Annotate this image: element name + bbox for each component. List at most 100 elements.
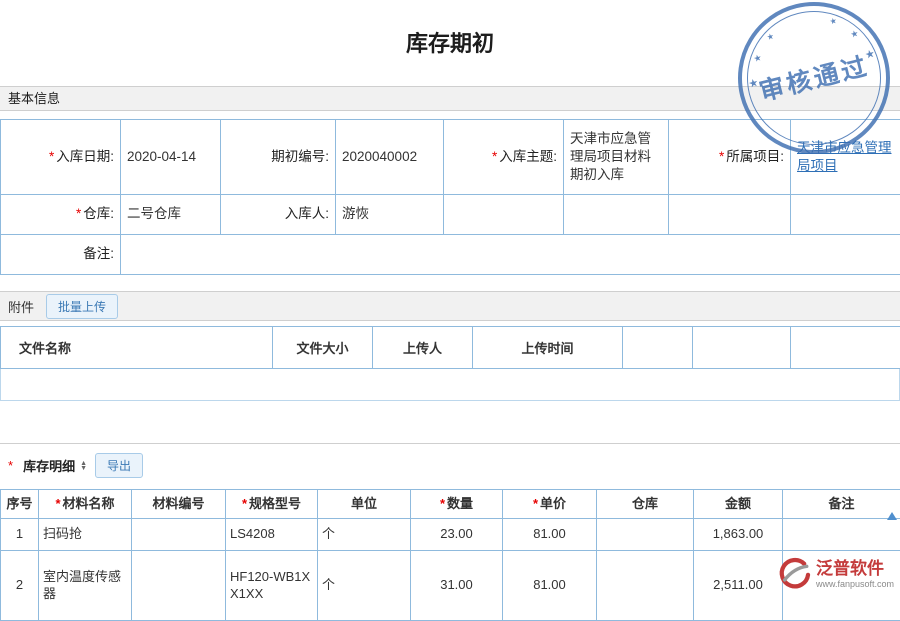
- cell-amount: 2,511.00: [694, 551, 783, 621]
- attachments-title: 附件: [8, 297, 34, 316]
- attachments-section-header: 附件 批量上传: [0, 291, 900, 321]
- remark-value: [121, 235, 900, 275]
- cell-quantity: 31.00: [411, 551, 503, 621]
- col-upload-time: 上传时间: [473, 327, 623, 369]
- col-material-code: 材料编号: [132, 490, 226, 519]
- basic-info-section-header: 基本信息: [0, 86, 900, 111]
- warehouse-label: *仓库:: [1, 195, 121, 235]
- required-marker: *: [492, 149, 497, 164]
- project-link[interactable]: 天津市应急管理局项目: [797, 140, 892, 173]
- sort-icon[interactable]: ▲ ▼: [80, 461, 87, 471]
- initial-no-label: 期初编号:: [221, 120, 336, 195]
- project-label: *所属项目:: [669, 120, 791, 195]
- detail-section-header: * 库存明细 ▲ ▼ 导出: [0, 444, 900, 487]
- empty-column: [693, 327, 791, 369]
- cell-quantity: 23.00: [411, 519, 503, 551]
- cell-warehouse: [597, 519, 694, 551]
- basic-info-title: 基本信息: [8, 91, 60, 106]
- basic-info-form: *入库日期: 2020-04-14 期初编号: 2020040002 *入库主题…: [0, 119, 900, 275]
- sort-desc-icon: ▼: [80, 466, 87, 471]
- col-amount: 金额: [694, 490, 783, 519]
- in-subject-value: 天津市应急管理局项目材料期初入库: [564, 120, 669, 195]
- column-label: 材料名称: [63, 496, 115, 511]
- cell-unit: 个: [318, 551, 411, 621]
- col-uploader: 上传人: [373, 327, 473, 369]
- empty-cell: [791, 195, 900, 235]
- cell-material-code: [132, 551, 226, 621]
- field-label: 入库日期:: [56, 149, 114, 164]
- fanpu-watermark: 泛普软件 www.fanpusoft.com: [777, 557, 894, 591]
- cell-material-name: 室内温度传感器: [39, 551, 132, 621]
- col-unit-price: *单价: [503, 490, 597, 519]
- column-label: 数量: [447, 496, 473, 511]
- cell-material-code: [132, 519, 226, 551]
- initial-no-value: 2020040002: [336, 120, 444, 195]
- col-remark: 备注: [783, 490, 900, 519]
- brand-url: www.fanpusoft.com: [816, 579, 894, 589]
- cell-material-name: 扫码抢: [39, 519, 132, 551]
- required-marker: *: [440, 496, 445, 511]
- required-marker: *: [719, 149, 724, 164]
- inventory-initial-page: 库存期初 审核通过 ★ ★ ★ ★ ★ ★ 基本信息 *入库日期: 2020-0…: [0, 0, 900, 621]
- required-marker: *: [76, 206, 81, 221]
- empty-column: [623, 327, 693, 369]
- col-unit: 单位: [318, 490, 411, 519]
- required-marker: *: [242, 496, 247, 511]
- col-spec-model: *规格型号: [226, 490, 318, 519]
- cell-warehouse: [597, 551, 694, 621]
- col-file-name: 文件名称: [1, 327, 273, 369]
- field-label: 入库主题:: [499, 149, 557, 164]
- table-row: 1 扫码抢 LS4208 个 23.00 81.00 1,863.00: [1, 519, 900, 551]
- in-subject-label: *入库主题:: [444, 120, 564, 195]
- detail-section-title: 库存明细: [23, 456, 75, 475]
- cell-unit: 个: [318, 519, 411, 551]
- col-file-size: 文件大小: [273, 327, 373, 369]
- required-marker: *: [55, 496, 60, 511]
- field-label: 所属项目:: [726, 149, 784, 164]
- cell-remark: [783, 519, 900, 551]
- field-label: 备注:: [83, 246, 114, 261]
- attachments-table: 文件名称 文件大小 上传人 上传时间: [0, 326, 900, 369]
- in-person-value: 游恢: [336, 195, 444, 235]
- required-marker: *: [533, 496, 538, 511]
- cell-seq: 2: [1, 551, 39, 621]
- field-label: 仓库:: [83, 206, 114, 221]
- watermark-text: 泛普软件 www.fanpusoft.com: [816, 559, 894, 589]
- page-title: 库存期初: [0, 0, 900, 86]
- empty-cell: [444, 195, 564, 235]
- cell-seq: 1: [1, 519, 39, 551]
- empty-column: [791, 327, 900, 369]
- remark-label: 备注:: [1, 235, 121, 275]
- column-label: 单价: [540, 496, 566, 511]
- cell-unit-price: 81.00: [503, 519, 597, 551]
- project-value: 天津市应急管理局项目: [791, 120, 900, 195]
- column-label: 规格型号: [249, 496, 301, 511]
- empty-cell: [564, 195, 669, 235]
- in-date-label: *入库日期:: [1, 120, 121, 195]
- required-marker: *: [49, 149, 54, 164]
- col-quantity: *数量: [411, 490, 503, 519]
- col-seq: 序号: [1, 490, 39, 519]
- attachments-header-row: 文件名称 文件大小 上传人 上传时间: [1, 327, 900, 369]
- detail-section: * 库存明细 ▲ ▼ 导出 序号 *材料名称 材料编号 *规格型号 单位 *数量…: [0, 443, 900, 621]
- in-date-value: 2020-04-14: [121, 120, 221, 195]
- field-label: 期初编号:: [271, 149, 329, 164]
- detail-table: 序号 *材料名称 材料编号 *规格型号 单位 *数量 *单价 仓库 金额 备注 …: [0, 489, 900, 621]
- table-row: 2 室内温度传感器 HF120-WB1XX1XX 个 31.00 81.00 2…: [1, 551, 900, 621]
- empty-cell: [669, 195, 791, 235]
- batch-upload-button[interactable]: 批量上传: [46, 294, 118, 319]
- detail-header-row: 序号 *材料名称 材料编号 *规格型号 单位 *数量 *单价 仓库 金额 备注: [1, 490, 900, 519]
- col-warehouse: 仓库: [597, 490, 694, 519]
- export-button[interactable]: 导出: [95, 453, 143, 478]
- col-material-name: *材料名称: [39, 490, 132, 519]
- warehouse-value: 二号仓库: [121, 195, 221, 235]
- in-person-label: 入库人:: [221, 195, 336, 235]
- cell-spec-model: HF120-WB1XX1XX: [226, 551, 318, 621]
- scrollbar-up-icon[interactable]: [887, 512, 897, 520]
- cell-amount: 1,863.00: [694, 519, 783, 551]
- required-marker: *: [8, 458, 13, 473]
- cell-unit-price: 81.00: [503, 551, 597, 621]
- cell-spec-model: LS4208: [226, 519, 318, 551]
- field-label: 入库人:: [285, 206, 329, 221]
- brand-name: 泛普软件: [816, 559, 894, 579]
